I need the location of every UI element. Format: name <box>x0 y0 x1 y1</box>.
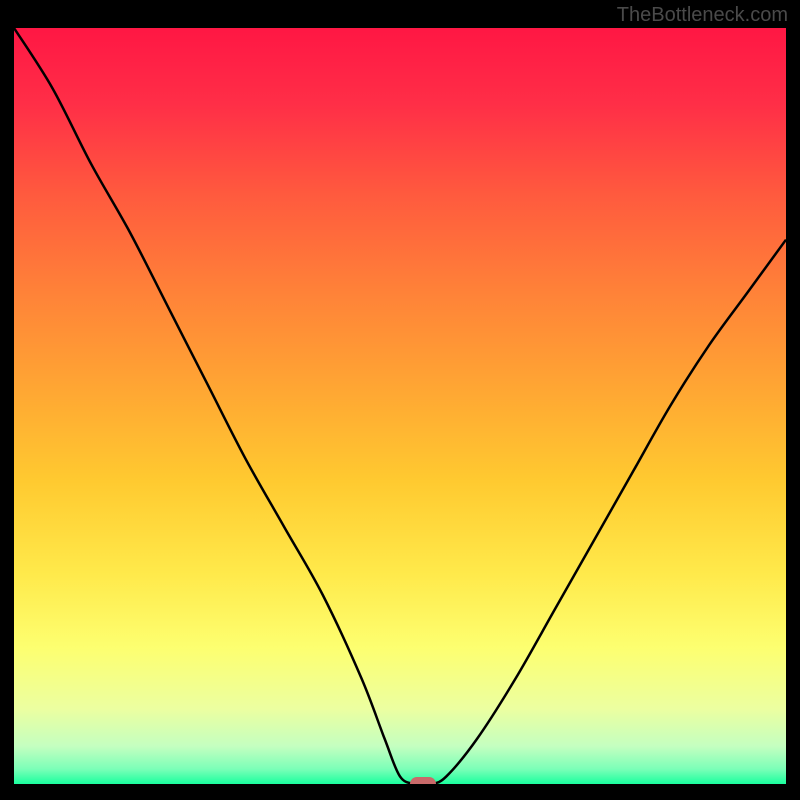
plot-area <box>14 28 786 784</box>
optimal-marker <box>410 777 436 784</box>
bottleneck-curve <box>14 28 786 784</box>
watermark-text: TheBottleneck.com <box>617 4 788 27</box>
